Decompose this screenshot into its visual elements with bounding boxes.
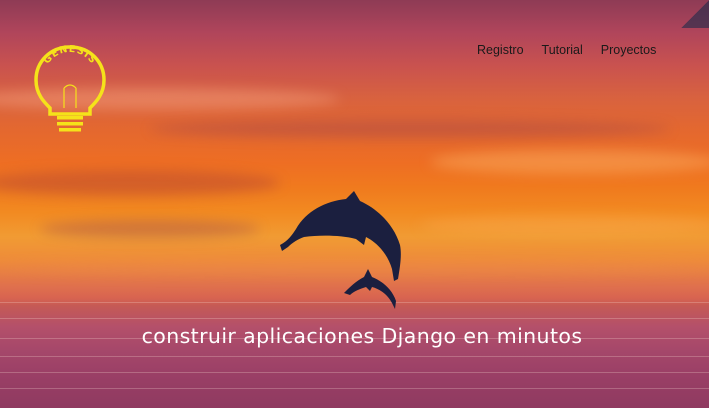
hero-tagline: construir aplicaciones Django en minutos — [141, 324, 583, 348]
nav-proyectos-link[interactable]: Proyectos — [592, 43, 666, 57]
cloud-band — [150, 120, 670, 138]
nav-registro-link[interactable]: Registro — [468, 43, 533, 57]
lightbulb-icon: GENESIS — [34, 44, 106, 132]
cloud-band — [430, 150, 709, 174]
dolphin-large — [280, 191, 401, 281]
corner-shade — [681, 0, 709, 28]
cloud-band — [40, 220, 260, 238]
cloud-band — [0, 170, 280, 196]
dolphin-small — [344, 269, 396, 309]
dolphins-illustration — [280, 191, 401, 309]
cloud-band — [420, 215, 709, 235]
logo[interactable]: GENESIS — [30, 44, 110, 136]
nav-tutorial-link[interactable]: Tutorial — [533, 43, 592, 57]
top-nav: Registro Tutorial Proyectos — [468, 43, 665, 57]
